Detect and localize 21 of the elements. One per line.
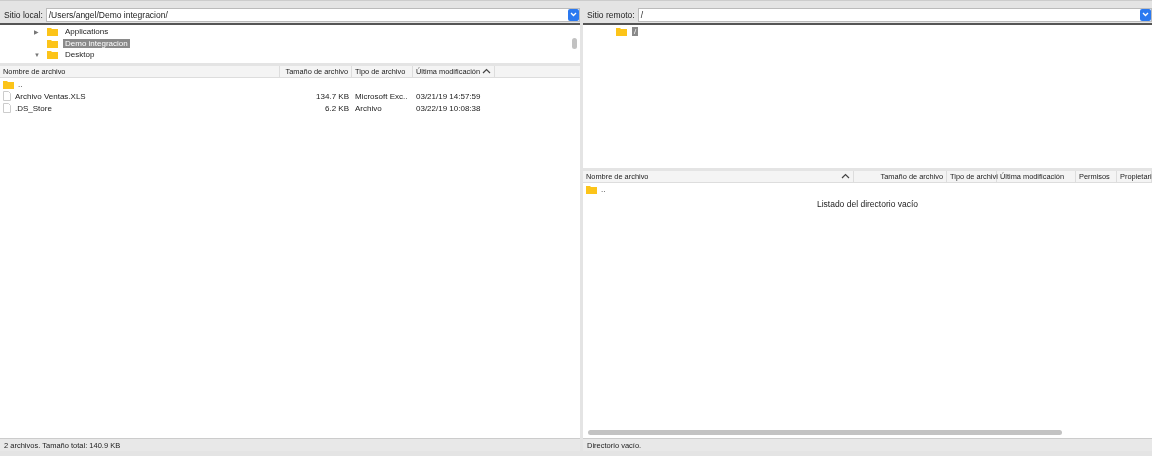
table-cell: 03/21/19 14:57:59 <box>416 91 481 101</box>
site-label: Sitio local: <box>4 9 43 20</box>
file-row[interactable]: .. <box>0 78 580 90</box>
table-cell: 6.2 KB <box>325 103 349 113</box>
table-cell: .. <box>18 79 23 89</box>
file-row[interactable]: .. <box>583 183 1152 195</box>
table-cell: Microsoft Exc.. <box>355 91 408 101</box>
path-field[interactable]: / <box>637 7 1152 22</box>
file-row[interactable]: Archivo Ventas.XLS 134.7 KB Microsoft Exc.. 03/21/19 14:57:59 <box>0 90 580 102</box>
table-cell: Archivo Ventas.XLS <box>15 91 86 101</box>
table-cell: .DS_Store <box>15 103 52 113</box>
table-cell: 03/22/19 10:08:38 <box>416 103 481 113</box>
table-cell: Archivo <box>355 103 382 113</box>
tree-item[interactable]: Desktop <box>63 50 97 60</box>
site-label: Sitio remoto: <box>587 9 635 20</box>
file-row[interactable]: .DS_Store 6.2 KB Archivo 03/22/19 10:08:38 <box>0 102 580 114</box>
path-field[interactable]: /Users/angel/Demo integracion/ <box>45 7 580 22</box>
table-cell: 134.7 KB <box>316 91 349 101</box>
empty-message: Listado del directorio vacío <box>815 199 920 209</box>
table-cell: .. <box>601 184 606 194</box>
tree-item[interactable]: Applications <box>63 27 111 37</box>
